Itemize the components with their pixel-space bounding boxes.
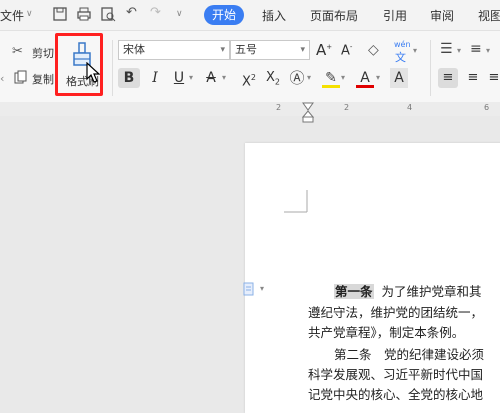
scissors-icon[interactable]: ✂	[12, 44, 23, 59]
document-paragraph-1-line-3[interactable]: 共产党章程》，制定本条例。	[308, 322, 464, 341]
font-size-select[interactable]: 五号 ▾	[230, 40, 310, 60]
undo-icon[interactable]: ↶	[126, 5, 137, 20]
margin-corner-mark	[284, 190, 308, 213]
subscript-button[interactable]: X2	[262, 68, 284, 88]
ruler-mark: 4	[407, 103, 413, 112]
superscript-button[interactable]: X2	[238, 68, 260, 89]
chevron-down-icon[interactable]: ∨	[176, 9, 183, 19]
chevron-down-icon[interactable]: ▾	[260, 284, 264, 293]
menu-bar: 文件 ∨ ↶ ↷ ∨ 开始 插入 页面布局 引用 审阅 视图	[0, 0, 500, 31]
tab-home[interactable]: 开始	[204, 5, 244, 25]
copy-button[interactable]: 复制	[32, 71, 54, 87]
phonetic-guide-icon[interactable]: wén	[394, 40, 411, 49]
chevron-down-icon[interactable]: ∨	[26, 9, 33, 19]
align-left-button[interactable]: ≡	[438, 68, 458, 88]
divider	[430, 40, 431, 96]
underline-button[interactable]: U	[170, 68, 188, 88]
font-name-value: 宋体	[123, 43, 145, 56]
chevron-down-icon: ▾	[220, 45, 225, 55]
document-paragraph-2-line-3[interactable]: 记党中央的核心、全党的核心地	[308, 384, 483, 403]
numbered-list-icon[interactable]: ≡	[470, 41, 482, 57]
menu-file[interactable]: 文件	[0, 7, 24, 24]
chevron-down-icon[interactable]: ▾	[341, 73, 345, 82]
italic-button[interactable]: I	[146, 68, 164, 88]
article-heading: 第一条	[334, 284, 374, 299]
font-size-value: 五号	[235, 43, 257, 56]
chevron-down-icon[interactable]: ▾	[486, 46, 490, 55]
align-center-button[interactable]: ≡	[464, 68, 482, 88]
print-icon[interactable]	[76, 6, 92, 22]
chevron-down-icon[interactable]: ▾	[307, 73, 311, 82]
font-name-select[interactable]: 宋体 ▾	[118, 40, 230, 60]
font-color-button[interactable]: A	[356, 68, 374, 88]
tab-references[interactable]: 引用	[383, 7, 407, 24]
tab-view[interactable]: 视图	[478, 7, 500, 24]
chevron-left-icon: ‹	[0, 72, 5, 85]
tab-page-layout[interactable]: 页面布局	[310, 7, 358, 24]
save-icon[interactable]	[52, 6, 68, 22]
highlight-color-button[interactable]: ✎	[322, 68, 340, 88]
cut-button[interactable]: 剪切	[32, 45, 54, 61]
text-effect-button[interactable]: Ⓐ	[288, 68, 306, 88]
print-preview-icon[interactable]	[100, 6, 116, 22]
chevron-down-icon[interactable]: ▾	[222, 73, 226, 82]
paragraph-handle-icon[interactable]	[242, 282, 256, 296]
chevron-down-icon[interactable]: ▾	[413, 46, 417, 55]
phonetic-guide-char: 文	[395, 51, 406, 64]
ruler-mark: 2	[276, 103, 282, 112]
chevron-down-icon[interactable]: ▾	[189, 73, 193, 82]
character-shading-button[interactable]: A	[390, 68, 408, 88]
document-paragraph-2-line-2[interactable]: 科学发展观、习近平新时代中国	[308, 364, 483, 383]
chevron-down-icon: ▾	[300, 45, 305, 55]
highlight-box	[55, 33, 103, 96]
tab-review[interactable]: 审阅	[430, 7, 454, 24]
horizontal-ruler[interactable]: 2 2 4 6	[0, 102, 500, 116]
align-right-button[interactable]: ≡	[488, 68, 500, 88]
ruler-mark: 2	[344, 103, 350, 112]
document-paragraph-1-line-2[interactable]: 遵纪守法，维护党的团结统一，	[308, 302, 483, 321]
chevron-down-icon[interactable]: ▾	[376, 73, 380, 82]
document-paragraph-2-line-1[interactable]: 第二条 党的纪律建设必须	[334, 344, 484, 363]
redo-icon[interactable]: ↷	[150, 5, 161, 20]
strikethrough-button[interactable]: A	[202, 68, 220, 88]
divider	[112, 40, 113, 96]
indent-marker-icon[interactable]	[302, 102, 314, 124]
clear-format-icon[interactable]: ◇	[368, 42, 379, 58]
decrease-font-icon[interactable]: A-	[341, 43, 352, 58]
chevron-down-icon[interactable]: ▾	[457, 46, 461, 55]
ruler-mark: 6	[484, 103, 490, 112]
document-paragraph-1-line-1[interactable]: 第一条 为了维护党章和其	[334, 281, 481, 300]
paragraph-text: 为了维护党章和其	[381, 284, 482, 299]
bullet-list-icon[interactable]: ☰	[440, 41, 453, 57]
bold-button[interactable]: B	[118, 68, 140, 88]
copy-icon[interactable]	[14, 70, 28, 84]
increase-font-icon[interactable]: A+	[316, 41, 332, 59]
tab-insert[interactable]: 插入	[262, 7, 286, 24]
